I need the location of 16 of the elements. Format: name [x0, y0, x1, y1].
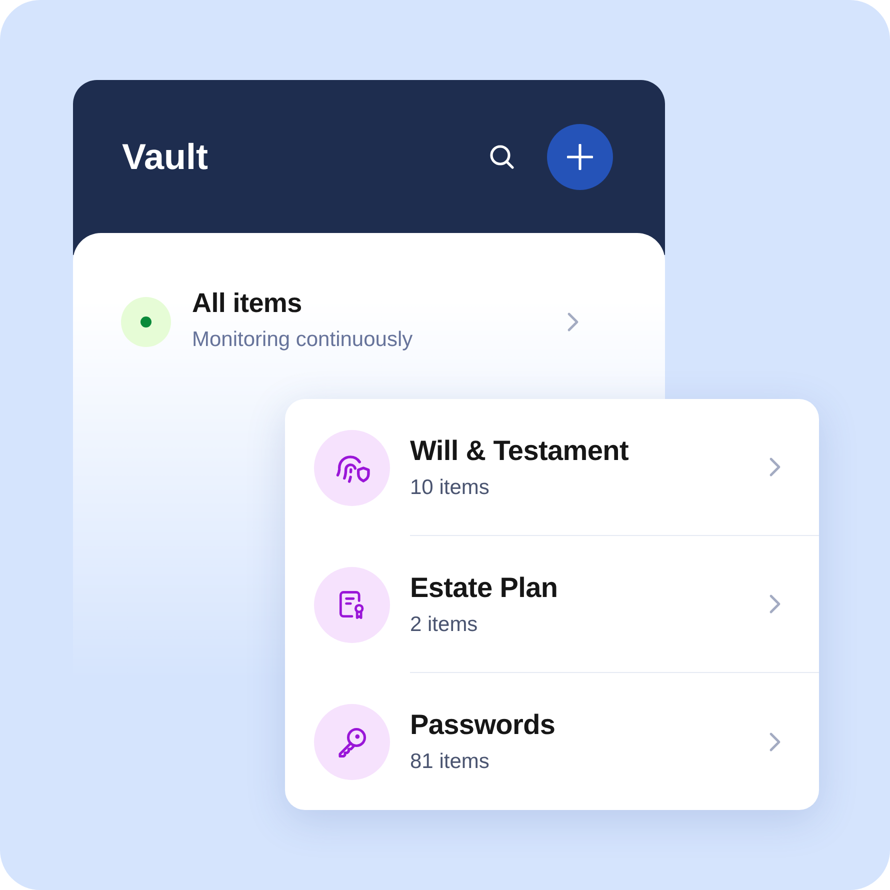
- item-count: 2 items: [410, 612, 479, 638]
- all-items-title[interactable]: All items: [192, 287, 567, 319]
- search-icon[interactable]: [488, 143, 516, 171]
- vault-title: Vault: [122, 135, 208, 179]
- category-title[interactable]: Will & Testament: [410, 434, 769, 468]
- category-title[interactable]: Estate Plan: [410, 570, 769, 604]
- chevron-right-icon[interactable]: [769, 594, 781, 614]
- status-dot-icon: [121, 297, 171, 347]
- item-count: 10 items: [410, 474, 490, 500]
- item-count: 81 items: [410, 749, 490, 775]
- plus-icon: [567, 144, 593, 170]
- chevron-right-icon[interactable]: [567, 312, 579, 332]
- chevron-right-icon[interactable]: [769, 732, 781, 752]
- category-title[interactable]: Passwords: [410, 708, 769, 742]
- chevron-right-icon[interactable]: [769, 457, 781, 477]
- monitoring-status: Monitoring continuously: [192, 327, 414, 353]
